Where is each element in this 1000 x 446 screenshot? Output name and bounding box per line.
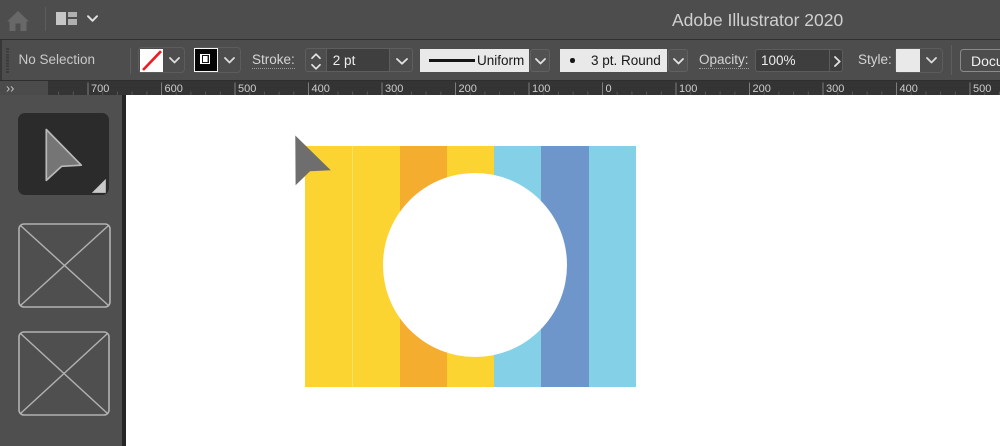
svg-text:500: 500 — [238, 83, 256, 95]
svg-text:600: 600 — [165, 83, 183, 95]
svg-text:100: 100 — [532, 83, 550, 95]
svg-text:400: 400 — [312, 83, 330, 95]
svg-text:100: 100 — [679, 83, 697, 95]
svg-text:700: 700 — [91, 83, 109, 95]
svg-text:300: 300 — [826, 83, 844, 95]
svg-text:››: ›› — [6, 82, 14, 96]
svg-text:0: 0 — [606, 83, 612, 95]
svg-text:300: 300 — [385, 83, 403, 95]
svg-text:400: 400 — [900, 83, 918, 95]
svg-text:500: 500 — [973, 83, 991, 95]
svg-text:200: 200 — [459, 83, 477, 95]
svg-text:200: 200 — [753, 83, 771, 95]
